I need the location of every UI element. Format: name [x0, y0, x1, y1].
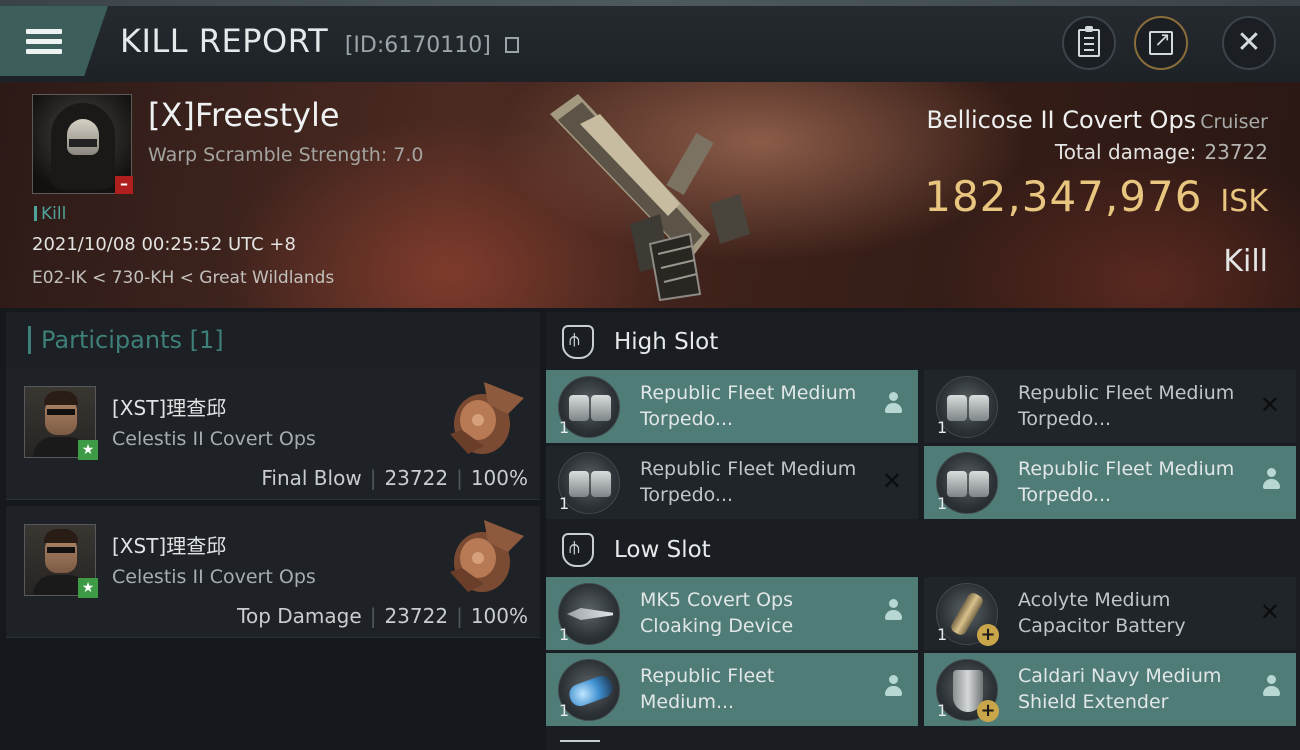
kill-summary: – [X]Freestyle Warp Scramble Strength: 7… — [0, 82, 1300, 308]
module-slot[interactable]: + 1 Acolyte Medium Capacitor Battery ✕ — [924, 577, 1296, 650]
participant-ship: Celestis II Covert Ops — [112, 428, 316, 450]
share-icon — [1149, 27, 1173, 55]
person-icon — [884, 599, 902, 628]
participant-stats: Final Blow | 23722 | 100% — [261, 466, 528, 490]
plus-icon: + — [977, 700, 999, 722]
module-slot[interactable]: 1 Republic Fleet Medium Torpedo... ✕ — [924, 370, 1296, 443]
module-slot[interactable]: 1 MK5 Covert Ops Cloaking Device — [546, 577, 918, 650]
security-status-badge: – — [115, 176, 133, 194]
person-icon — [1262, 675, 1280, 704]
person-icon — [884, 392, 902, 421]
clipboard-icon — [1078, 26, 1100, 57]
participants-header: Participants [1] — [6, 312, 540, 368]
module-qty: 1 — [937, 701, 948, 720]
participant-ship-image — [450, 520, 524, 592]
ship-class: Cruiser — [1200, 111, 1268, 133]
isk-unit: ISK — [1220, 184, 1268, 219]
person-icon — [884, 675, 902, 704]
top-bar: KILL REPORT [ID:6170110] ✕ — [0, 0, 1300, 82]
low-slot-icon — [562, 533, 594, 567]
participant-ship: Celestis II Covert Ops — [112, 566, 316, 588]
participants-panel: Participants [1] ★ [XST]理查邱 Celestis II … — [6, 312, 540, 750]
participants-title: Participants [1] — [41, 326, 224, 354]
low-slot-header: Low Slot — [546, 522, 1300, 578]
participant-row[interactable]: ★ [XST]理查邱 Celestis II Covert Ops Top Da… — [6, 506, 540, 638]
module-qty: 1 — [937, 418, 948, 437]
module-qty: 1 — [559, 494, 570, 513]
module-qty: 1 — [937, 625, 948, 644]
isk-amount: 182,347,976 — [924, 172, 1203, 221]
module-name: Republic Fleet Medium Torpedo... — [1018, 458, 1235, 506]
victim-ship-image — [550, 94, 750, 302]
victim-name[interactable]: [X]Freestyle — [148, 96, 340, 134]
total-damage-label: Total damage: — [1054, 140, 1197, 164]
star-icon: ★ — [78, 440, 98, 460]
module-slot[interactable]: 1 Republic Fleet Medium Torpedo... ✕ — [546, 446, 918, 519]
kill-type-tag: Kill — [34, 204, 66, 224]
participant-stats: Top Damage | 23722 | 100% — [237, 604, 528, 628]
participant-role: Top Damage — [237, 604, 362, 628]
participant-role: Final Blow — [261, 466, 362, 490]
next-slot-header-partial — [560, 740, 600, 750]
participant-percent: 100% — [470, 604, 528, 628]
module-name: Republic Fleet Medium Torpedo... — [1018, 382, 1235, 430]
module-qty: 1 — [559, 701, 570, 720]
ship-name-text: Bellicose II Covert Ops — [926, 106, 1197, 134]
person-icon — [1262, 468, 1280, 497]
result-label: Kill — [1223, 244, 1268, 279]
star-icon: ★ — [78, 578, 98, 598]
report-id: [ID:6170110] — [344, 33, 491, 58]
participant-name: [XST]理查邱 — [112, 396, 227, 420]
fitting-panel: High Slot 1 Republic Fleet Medium Torped… — [546, 312, 1300, 750]
high-slot-header: High Slot — [546, 314, 1300, 370]
participant-damage: 23722 — [384, 604, 449, 628]
module-slot[interactable]: + 1 Caldari Navy Medium Shield Extender — [924, 653, 1296, 726]
high-slot-label: High Slot — [614, 329, 719, 355]
close-icon: ✕ — [1236, 25, 1262, 60]
low-slot-label: Low Slot — [614, 537, 711, 563]
participant-name: [XST]理查邱 — [112, 534, 227, 558]
destroyed-x-icon: ✕ — [881, 467, 902, 495]
title-text: KILL REPORT — [120, 22, 329, 60]
warp-scramble-strength: Warp Scramble Strength: 7.0 — [148, 144, 424, 166]
page-title: KILL REPORT [ID:6170110] — [120, 22, 520, 60]
close-button[interactable]: ✕ — [1222, 16, 1276, 70]
module-name: Caldari Navy Medium Shield Extender — [1018, 665, 1222, 713]
module-slot[interactable]: 1 Republic Fleet Medium... — [546, 653, 918, 726]
destroyed-x-icon: ✕ — [1259, 598, 1280, 626]
total-damage-value: 23722 — [1204, 140, 1268, 164]
kill-location: E02-IK < 730-KH < Great Wildlands — [32, 268, 335, 288]
participant-row[interactable]: ★ [XST]理查邱 Celestis II Covert Ops Final … — [6, 368, 540, 500]
participant-damage: 23722 — [384, 466, 449, 490]
share-button[interactable] — [1134, 16, 1188, 70]
module-name: MK5 Covert Ops Cloaking Device — [640, 589, 794, 637]
isk-value: 182,347,976 ISK — [924, 172, 1268, 221]
module-qty: 1 — [937, 494, 948, 513]
destroyed-x-icon: ✕ — [1259, 391, 1280, 419]
module-slot[interactable]: 1 Republic Fleet Medium Torpedo... — [546, 370, 918, 443]
total-damage: Total damage: 23722 — [1055, 140, 1268, 164]
copy-id-icon[interactable] — [505, 37, 520, 53]
plus-icon: + — [977, 624, 999, 646]
participant-ship-image — [450, 382, 524, 454]
module-name: Republic Fleet Medium Torpedo... — [640, 382, 857, 430]
module-slot[interactable]: 1 Republic Fleet Medium Torpedo... — [924, 446, 1296, 519]
participant-percent: 100% — [470, 466, 528, 490]
module-qty: 1 — [559, 625, 570, 644]
kill-datetime: 2021/10/08 00:25:52 UTC +8 — [32, 234, 296, 255]
high-slot-icon — [562, 325, 594, 359]
module-name: Republic Fleet Medium... — [640, 665, 775, 713]
module-name: Republic Fleet Medium Torpedo... — [640, 458, 857, 506]
module-name: Acolyte Medium Capacitor Battery — [1018, 589, 1186, 637]
hamburger-icon — [26, 24, 62, 59]
menu-button[interactable] — [0, 6, 108, 76]
victim-ship-name[interactable]: Bellicose II Covert Ops Cruiser — [926, 106, 1268, 134]
module-qty: 1 — [559, 418, 570, 437]
clipboard-button[interactable] — [1062, 16, 1116, 70]
